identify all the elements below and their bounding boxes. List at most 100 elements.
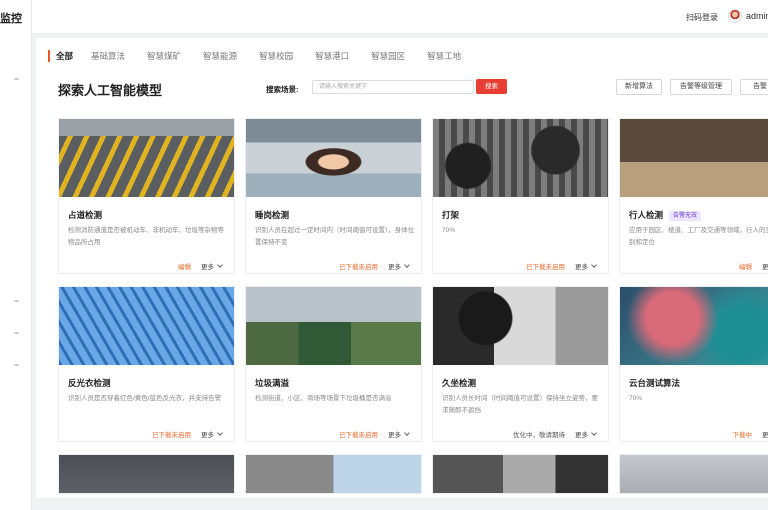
chevron-down-icon [591, 262, 597, 268]
model-card[interactable] [58, 454, 235, 494]
more-label: 更多 [575, 432, 588, 439]
more-menu[interactable]: 更多 [388, 261, 410, 271]
chevron-down-icon [217, 430, 223, 436]
card-thumbnail [620, 119, 768, 197]
tab-smart-energy[interactable]: 智慧能源 [203, 50, 237, 62]
more-label: 更多 [575, 264, 588, 271]
card-thumbnail [620, 455, 768, 493]
card-desc: 70% [442, 227, 456, 234]
tab-smart-park[interactable]: 智慧园区 [371, 50, 405, 62]
card-footer: 优化中，敬请期待 更多 [513, 429, 597, 439]
card-status[interactable]: 已下载未启用 [152, 429, 191, 439]
chevron-down-icon [591, 430, 597, 436]
card-footer: 编辑 更多 [739, 261, 768, 271]
status-badge: 告警无效 [669, 211, 702, 221]
tab-all[interactable]: 全部 [48, 50, 73, 62]
scene-label: 搜索场景: [266, 85, 299, 94]
card-desc: 识别人员是否穿着红色/黄色/蓝色反光衣，并支持告警 [68, 395, 222, 402]
card-title: 垃圾满溢 [255, 378, 290, 388]
card-status[interactable]: 下载中 [733, 429, 753, 439]
search-button[interactable]: 搜索 [476, 79, 507, 94]
card-footer: 已下载未启用 更多 [526, 261, 597, 271]
brand-title: 监控 [0, 13, 22, 25]
more-label: 更多 [762, 432, 768, 439]
more-label: 更多 [762, 264, 768, 271]
card-thumbnail [246, 455, 421, 493]
alarm-level-button[interactable]: 告警等级管理 [670, 79, 732, 95]
tab-basic-algorithms[interactable]: 基础算法 [91, 50, 125, 62]
tab-smart-mine[interactable]: 智慧煤矿 [147, 50, 181, 62]
model-card[interactable]: 行人检测告警无效 应用于园区、楼道、工厂及交通等领域，行人的实时识别和定位 编辑… [619, 118, 768, 274]
tab-smart-campus[interactable]: 智慧校园 [259, 50, 293, 62]
card-status[interactable]: 已下载未启用 [339, 429, 378, 439]
more-menu[interactable]: 更多 [575, 261, 597, 271]
card-thumbnail [59, 287, 234, 365]
card-status[interactable]: 编辑 [739, 261, 752, 271]
card-desc: 70% [629, 395, 643, 402]
add-algorithm-button[interactable]: 新增算法 [616, 79, 662, 95]
chevron-down-icon [404, 430, 410, 436]
card-footer: 已下载未启用 更多 [339, 261, 410, 271]
card-title: 久坐检测 [442, 378, 477, 388]
scan-login-link[interactable]: 扫码登录 [686, 12, 718, 23]
sidebar-divider [14, 300, 19, 302]
more-menu[interactable]: 更多 [762, 261, 768, 271]
card-footer: 已下载未启用 更多 [152, 429, 223, 439]
model-card[interactable]: 垃圾满溢 检测街道、小区、商场等场景下垃圾桶是否满溢 已下载未启用 更多 [245, 286, 422, 442]
more-menu[interactable]: 更多 [762, 429, 768, 439]
sidebar-divider [14, 78, 19, 80]
card-desc: 检测街道、小区、商场等场景下垃圾桶是否满溢 [255, 395, 392, 402]
page-title: 探索人工智能模型 [58, 83, 163, 98]
card-thumbnail [59, 119, 234, 197]
card-desc: 识别人员在超过一定时间内（时间阈值可设置），身体位置保持不变 [255, 227, 415, 246]
username[interactable]: admin [746, 11, 768, 21]
card-footer: 下载中 更多 [733, 429, 768, 439]
card-thumbnail [620, 287, 768, 365]
tab-smart-port[interactable]: 智慧港口 [315, 50, 349, 62]
sidebar-divider [14, 364, 19, 366]
card-title: 睡岗检测 [255, 210, 290, 220]
card-status[interactable]: 已下载未启用 [339, 261, 378, 271]
model-card[interactable] [245, 454, 422, 494]
card-desc: 识别人员长时间（时间阈值可设置）保持坐立姿势，要求随即不遮挡 [442, 395, 598, 414]
more-menu[interactable]: 更多 [388, 429, 410, 439]
card-title: 云台测试算法 [629, 378, 681, 388]
model-card[interactable]: 反光衣检测 识别人员是否穿着红色/黄色/蓝色反光衣，并支持告警 已下载未启用 更… [58, 286, 235, 442]
model-card[interactable]: 打架 70% 已下载未启用 更多 [432, 118, 609, 274]
card-footer: 编辑 更多 [178, 261, 223, 271]
model-card[interactable]: 久坐检测 识别人员长时间（时间阈值可设置）保持坐立姿势，要求随即不遮挡 优化中，… [432, 286, 609, 442]
model-card[interactable] [432, 454, 609, 494]
card-title: 行人检测 告警无效 [629, 209, 702, 221]
more-label: 更多 [201, 264, 214, 271]
more-menu[interactable]: 更多 [575, 429, 597, 439]
chevron-down-icon [404, 262, 410, 268]
more-label: 更多 [201, 432, 214, 439]
card-thumbnail [246, 119, 421, 197]
alarm-button[interactable]: 告警 [740, 79, 768, 95]
category-tabs: 全部 基础算法 智慧煤矿 智慧能源 智慧校园 智慧港口 智慧园区 智慧工地 [48, 48, 483, 64]
user-avatar-icon[interactable] [728, 9, 742, 23]
card-title-text: 行人检测 [629, 210, 664, 220]
card-title: 占道检测 [68, 210, 103, 220]
model-card[interactable] [619, 454, 768, 494]
card-desc: 应用于园区、楼道、工厂及交通等领域，行人的实时识别和定位 [629, 227, 768, 246]
card-desc: 检测消防通道是否被机动车、非机动车、垃圾等杂物等物品所占用 [68, 227, 224, 246]
more-menu[interactable]: 更多 [201, 261, 223, 271]
card-thumbnail [59, 455, 234, 493]
model-card[interactable]: 占道检测 检测消防通道是否被机动车、非机动车、垃圾等杂物等物品所占用 编辑 更多 [58, 118, 235, 274]
tab-smart-construction[interactable]: 智慧工地 [427, 50, 461, 62]
main-panel: 全部 基础算法 智慧煤矿 智慧能源 智慧校园 智慧港口 智慧园区 智慧工地 探索… [36, 38, 768, 498]
scene-search-input[interactable]: 请输入搜索关键字 [312, 80, 474, 94]
card-thumbnail [433, 287, 608, 365]
sidebar: 监控 [0, 0, 32, 510]
sidebar-divider [14, 332, 19, 334]
topbar: 扫码登录 admin [32, 0, 768, 34]
more-label: 更多 [388, 432, 401, 439]
model-card[interactable]: 云台测试算法 70% 下载中 更多 [619, 286, 768, 442]
card-title: 反光衣检测 [68, 378, 111, 388]
model-card[interactable]: 睡岗检测 识别人员在超过一定时间内（时间阈值可设置），身体位置保持不变 已下载未… [245, 118, 422, 274]
card-status[interactable]: 编辑 [178, 261, 191, 271]
card-status[interactable]: 优化中，敬请期待 [513, 429, 565, 439]
card-status[interactable]: 已下载未启用 [526, 261, 565, 271]
more-menu[interactable]: 更多 [201, 429, 223, 439]
